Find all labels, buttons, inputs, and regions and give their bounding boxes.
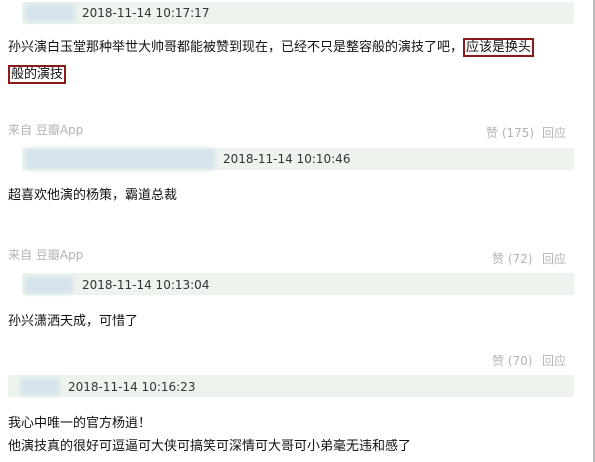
reply-button[interactable]: 回应 — [542, 250, 566, 267]
comment-text-plain: 孙兴演白玉堂那种举世大帅哥都能被赞到现在，已经不只是整容般的演技了吧， — [8, 40, 464, 55]
comment-text-line2: 般的演技 — [8, 63, 67, 87]
comment-timestamp: 2018-11-14 10:17:17 — [82, 6, 210, 20]
comment-timestamp: 2018-11-14 10:16:23 — [68, 380, 196, 394]
comment-text: 孙兴潇洒天成，可惜了 — [8, 314, 139, 329]
reply-button[interactable]: 回应 — [542, 352, 566, 369]
avatar[interactable] — [25, 276, 73, 294]
avatar[interactable] — [20, 378, 60, 396]
highlight-box: 应该是换头 — [463, 38, 535, 57]
comment-source: 来自 豆瓣App — [8, 248, 84, 262]
comment-text: 超喜欢他演的杨策，霸道总裁 — [8, 188, 178, 203]
comment-text: 孙兴演白玉堂那种举世大帅哥都能被赞到现在，已经不只是整容般的演技了吧， 应该是换头 — [8, 36, 535, 60]
like-button[interactable]: 赞 (175) — [486, 124, 534, 141]
comment-source: 来自 豆瓣App — [8, 123, 84, 137]
highlight-box: 般的演技 — [8, 65, 67, 84]
avatar[interactable] — [25, 4, 75, 22]
comment-text-line2: 他演技真的很好可逗逼可大侠可搞笑可深情可大哥可小弟毫无违和感了 — [8, 439, 412, 454]
like-button[interactable]: 赞 (70) — [492, 352, 532, 369]
comment-text: 我心中唯一的官方杨逍！ — [8, 416, 152, 431]
comment-timestamp: 2018-11-14 10:10:46 — [223, 152, 351, 166]
avatar[interactable] — [25, 148, 215, 170]
comment-timestamp: 2018-11-14 10:13:04 — [82, 278, 210, 292]
like-button[interactable]: 赞 (72) — [492, 250, 532, 267]
reply-button[interactable]: 回应 — [542, 124, 566, 141]
